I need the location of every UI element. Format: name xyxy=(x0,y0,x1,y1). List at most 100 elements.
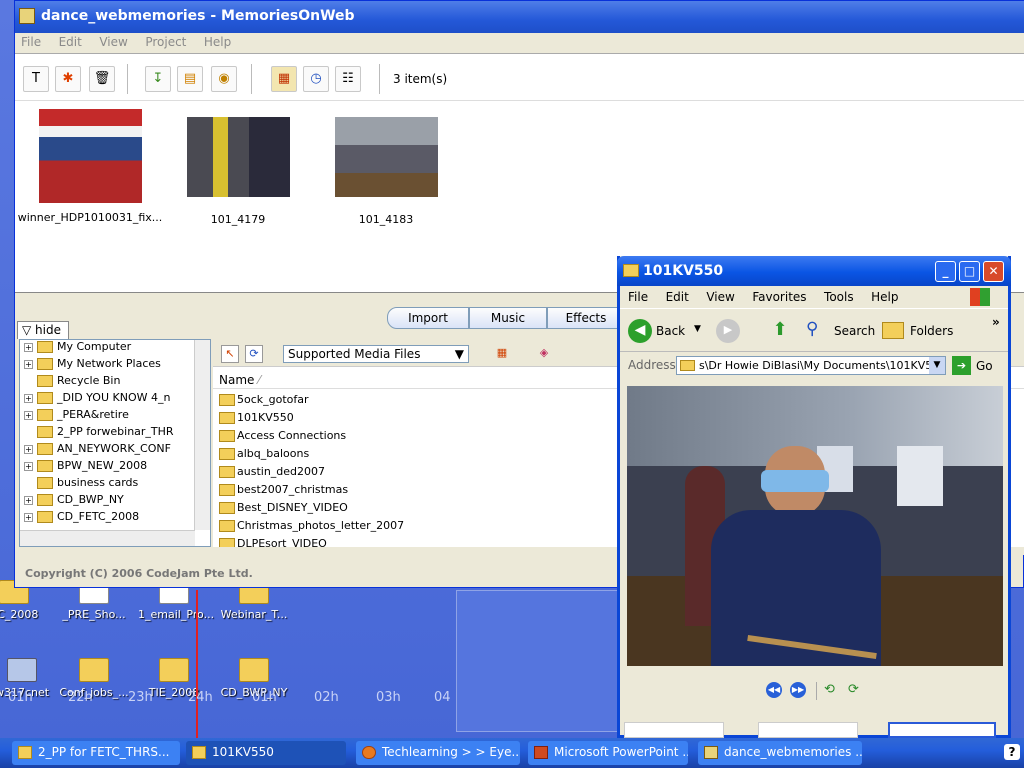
toolbar-separator xyxy=(379,64,380,94)
import-folder-icon[interactable]: ▤ xyxy=(177,66,203,92)
status-pane xyxy=(758,722,858,738)
address-input[interactable]: s\Dr Howie DiBlasi\My Documents\101KV550… xyxy=(676,356,946,375)
menu-edit[interactable]: Edit xyxy=(666,290,689,304)
folder-icon xyxy=(239,658,269,682)
up-folder-icon[interactable]: ↖ xyxy=(221,345,239,363)
folder-icon xyxy=(219,538,235,547)
triangle-down-icon: ▽ xyxy=(22,323,36,337)
tab-effects[interactable]: Effects xyxy=(547,307,625,329)
expand-icon[interactable]: + xyxy=(24,461,33,471)
expand-icon[interactable]: + xyxy=(24,359,33,369)
next-image-icon[interactable]: ▶▶ xyxy=(790,682,806,698)
hide-panel-tab[interactable]: ▽ hide xyxy=(17,321,69,339)
app-title: dance_webmemories - MemoriesOnWeb xyxy=(41,8,355,24)
menu-tools[interactable]: Tools xyxy=(824,290,854,304)
maximize-icon[interactable]: □ xyxy=(959,261,980,282)
menu-project[interactable]: Project xyxy=(145,35,186,49)
timeline-hour: 22h xyxy=(68,690,93,705)
previous-image-icon[interactable]: ◀◀ xyxy=(766,682,782,698)
thumbnail-item[interactable]: winner_HDP1010031_fix... xyxy=(15,109,165,224)
app-logo-icon xyxy=(19,8,35,24)
menu-view[interactable]: View xyxy=(99,35,127,49)
more-chevron-icon[interactable]: » xyxy=(992,315,1000,329)
expand-icon[interactable]: + xyxy=(24,512,33,522)
tree-horizontal-scrollbar[interactable] xyxy=(20,530,195,546)
windows-logo-icon xyxy=(970,288,990,306)
expand-icon[interactable]: + xyxy=(24,495,33,505)
menu-file[interactable]: File xyxy=(21,35,41,49)
folder-icon xyxy=(37,477,53,489)
file-name: albq_baloons xyxy=(237,447,310,460)
app-logo-icon xyxy=(704,746,718,759)
tree-item[interactable]: Recycle Bin xyxy=(20,374,210,391)
timeline-hour: 04 xyxy=(434,690,451,705)
menu-view[interactable]: View xyxy=(706,290,734,304)
tree-item[interactable]: + My Computer xyxy=(20,340,210,357)
tree-item[interactable]: + _DID YOU KNOW 4_n xyxy=(20,391,210,408)
tree-item[interactable]: + _PERA&retire xyxy=(20,408,210,425)
tree-item[interactable]: + CD_FETC_2008 xyxy=(20,510,210,527)
thumbnail-item[interactable]: 101_4183 xyxy=(311,109,461,226)
items-count: 3 item(s) xyxy=(393,72,448,86)
tree-item[interactable]: 2_PP forwebinar_THR xyxy=(20,425,210,442)
folder-icon xyxy=(79,658,109,682)
recycle-bin-icon xyxy=(37,375,53,387)
up-folder-icon[interactable]: ⬆ xyxy=(768,319,792,343)
folder-icon xyxy=(37,426,53,438)
chevron-down-icon[interactable]: ▼ xyxy=(929,357,945,374)
app-title-bar[interactable]: dance_webmemories - MemoriesOnWeb xyxy=(15,1,1024,33)
task-dance-webmemories[interactable]: dance_webmemories ... xyxy=(698,741,862,765)
tree-vertical-scrollbar[interactable] xyxy=(194,340,210,530)
thumbnail-item[interactable]: 101_4179 xyxy=(163,109,313,226)
media-filter-select[interactable]: Supported Media Files ▼ xyxy=(283,345,469,363)
folder-icon xyxy=(219,520,235,532)
options-icon[interactable]: ◈ xyxy=(535,345,553,363)
thumbnail-view-icon[interactable]: ▦ xyxy=(271,66,297,92)
task-101kv550[interactable]: 101KV550 xyxy=(186,741,346,765)
view-mode-icon[interactable]: ▦ xyxy=(493,345,511,363)
menu-favorites[interactable]: Favorites xyxy=(752,290,806,304)
expand-icon[interactable]: + xyxy=(24,410,33,420)
expand-icon[interactable]: + xyxy=(24,444,33,454)
delete-trash-icon[interactable]: 🗑 xyxy=(89,66,115,92)
explorer-title: 101KV550 xyxy=(643,263,724,279)
disc-icon[interactable]: ◉ xyxy=(211,66,237,92)
folder-icon xyxy=(37,460,53,472)
folder-icon xyxy=(37,443,53,455)
forward-arrow-icon[interactable]: ▶ xyxy=(716,319,740,343)
tree-item[interactable]: + CD_BWP_NY xyxy=(20,493,210,510)
text-tool-icon[interactable]: T xyxy=(23,66,49,92)
close-icon[interactable]: ✕ xyxy=(983,261,1004,282)
rotate-left-icon[interactable]: ⟲ xyxy=(824,682,835,697)
menu-help[interactable]: Help xyxy=(204,35,231,49)
thumbnail-label: winner_HDP1010031_fix... xyxy=(17,211,163,224)
timeline-view-icon[interactable]: ◷ xyxy=(303,66,329,92)
task-2pp-fetc[interactable]: 2_PP for FETC_THRS... xyxy=(12,741,180,765)
tree-item-label: BPW_NEW_2008 xyxy=(57,459,148,472)
task-techlearning[interactable]: Techlearning > > Eye... xyxy=(356,741,520,765)
expand-icon[interactable]: + xyxy=(24,393,33,403)
tree-item[interactable]: + AN_NEYWORK_CONF xyxy=(20,442,210,459)
tree-item[interactable]: + BPW_NEW_2008 xyxy=(20,459,210,476)
help-icon[interactable]: ? xyxy=(1004,744,1020,760)
menu-edit[interactable]: Edit xyxy=(59,35,82,49)
tree-item[interactable]: business cards xyxy=(20,476,210,493)
settings-gear-icon[interactable]: ✱ xyxy=(55,66,81,92)
explorer-title-bar[interactable]: 101KV550 _ □ ✕ xyxy=(617,256,1011,286)
rotate-right-icon[interactable]: ⟳ xyxy=(848,682,859,697)
expand-icon[interactable]: + xyxy=(24,342,33,352)
tab-import[interactable]: Import xyxy=(387,307,469,329)
file-name: 5ock_gotofar xyxy=(237,393,309,406)
minimize-icon[interactable]: _ xyxy=(935,261,956,282)
tree-item[interactable]: + My Network Places xyxy=(20,357,210,374)
menu-help[interactable]: Help xyxy=(871,290,898,304)
import-media-icon[interactable]: ↧ xyxy=(145,66,171,92)
refresh-icon[interactable]: ⟳ xyxy=(245,345,263,363)
folder-icon xyxy=(219,502,235,514)
grid-view-icon[interactable]: ☷ xyxy=(335,66,361,92)
folder-icon xyxy=(37,409,53,421)
menu-file[interactable]: File xyxy=(628,290,648,304)
taskbar: 2_PP for FETC_THRS... 101KV550 Techlearn… xyxy=(0,738,1024,768)
task-powerpoint[interactable]: Microsoft PowerPoint ... xyxy=(528,741,688,765)
tab-music[interactable]: Music xyxy=(469,307,547,329)
